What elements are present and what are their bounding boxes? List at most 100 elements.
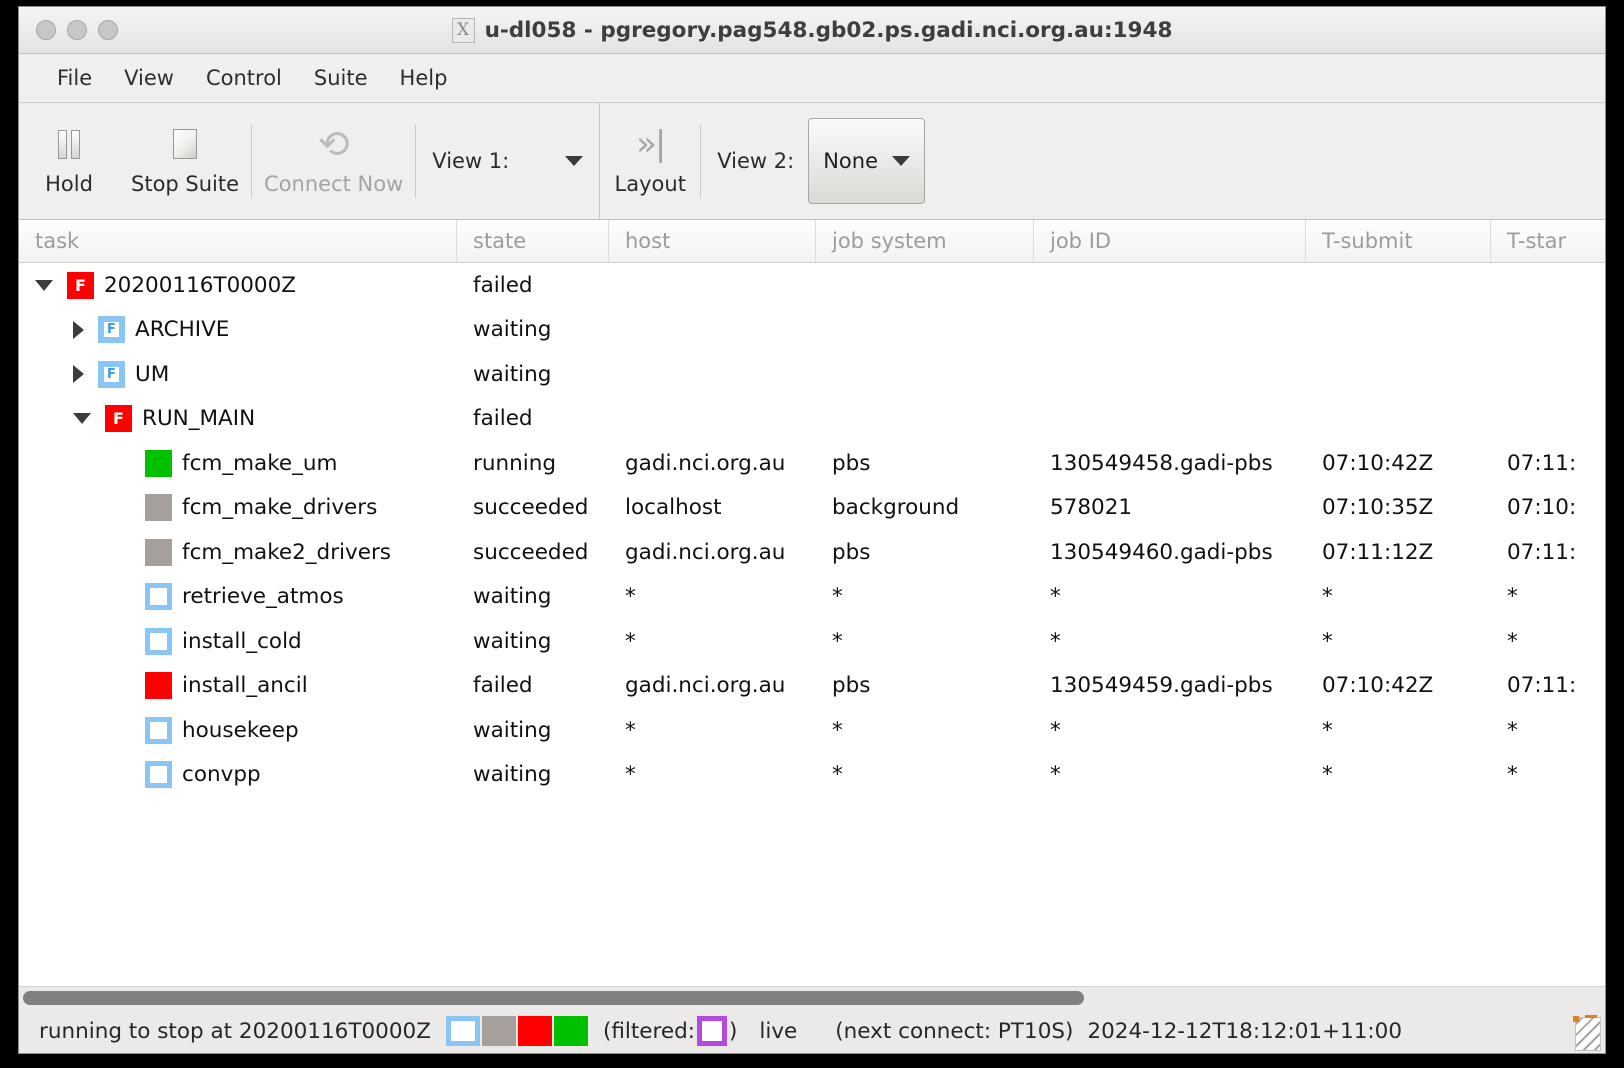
connect-now-button-label: Connect Now	[264, 172, 404, 196]
window-title: u-dl058 - pgregory.pag548.gb02.ps.gadi.n…	[484, 17, 1173, 43]
table-header-row: task state host job system job ID T-submit T-s…	[19, 220, 1605, 263]
host-cell: *	[625, 628, 636, 654]
task-label: fcm_make2_drivers	[182, 539, 391, 565]
next-connect-text: (next connect: PT10S)	[835, 1018, 1074, 1044]
table-row[interactable]: F 20200116T0000Z failed	[19, 263, 1605, 308]
table-row[interactable]: install_cold waiting * * * * *	[19, 619, 1605, 664]
table-row[interactable]: fcm_make_drivers succeeded localhost backgr…	[19, 486, 1605, 531]
host-cell: *	[625, 584, 636, 610]
horizontal-scrollbar-thumb[interactable]	[23, 991, 1084, 1005]
task-label: UM	[135, 361, 170, 387]
x-application-icon: X	[451, 17, 475, 43]
view2-dropdown[interactable]: None	[808, 118, 925, 204]
horizontal-scrollbar[interactable]	[19, 986, 1605, 1009]
view1-selector[interactable]: View 1:	[416, 149, 599, 173]
table-row[interactable]: fcm_make2_drivers succeeded gadi.nci.org.a…	[19, 530, 1605, 575]
chevron-down-icon	[892, 156, 910, 166]
task-state-icon-waiting	[145, 716, 172, 744]
job-system-cell: *	[832, 717, 843, 743]
task-state-icon-succeeded	[145, 494, 172, 522]
column-header-host[interactable]: host	[609, 220, 816, 262]
screen: X u-dl058 - pgregory.pag548.gb02.ps.gadi…	[0, 0, 1624, 1068]
pause-icon	[58, 126, 80, 162]
job-id-cell: 130549460.gadi-pbs	[1050, 539, 1273, 565]
t-start-cell: *	[1507, 584, 1518, 610]
t-start-cell: 07:11:	[1507, 539, 1577, 565]
family-state-icon-failed: F	[105, 405, 132, 433]
hold-button[interactable]: Hold	[19, 103, 119, 219]
status-bar: running to stop at 20200116T0000Z (filte…	[19, 1009, 1605, 1053]
table-row[interactable]: F RUN_MAIN failed	[19, 397, 1605, 442]
stop-suite-button[interactable]: Stop Suite	[119, 103, 251, 219]
menu-item-view[interactable]: View	[108, 62, 190, 94]
menu-bar: File View Control Suite Help	[19, 54, 1605, 103]
legend-swatch-filtered	[696, 1016, 727, 1046]
state-cell: failed	[473, 673, 533, 699]
minimize-window-button[interactable]	[67, 20, 87, 40]
layout-icon: »|	[636, 124, 666, 164]
title-bar: X u-dl058 - pgregory.pag548.gb02.ps.gadi…	[19, 7, 1605, 54]
table-row[interactable]: install_ancil failed gadi.nci.org.au pbs 130…	[19, 664, 1605, 709]
task-name-cell: install_ancil	[19, 672, 457, 700]
connect-now-button[interactable]: ⟲ Connect Now	[252, 103, 415, 219]
task-name-cell: install_cold	[19, 627, 457, 655]
column-header-task[interactable]: task	[19, 220, 457, 262]
tree-expander-collapsed-icon[interactable]	[73, 320, 84, 339]
resize-grip[interactable]	[1573, 1015, 1601, 1051]
close-window-button[interactable]	[36, 20, 56, 40]
job-id-cell: *	[1050, 584, 1061, 610]
state-cell: failed	[473, 272, 533, 298]
table-row[interactable]: housekeep waiting * * * * *	[19, 708, 1605, 753]
layout-button-label: Layout	[614, 172, 686, 196]
table-row[interactable]: convpp waiting * * * * *	[19, 753, 1605, 798]
menu-item-file[interactable]: File	[41, 62, 108, 94]
layout-button[interactable]: »| Layout	[600, 103, 700, 219]
column-header-t-start[interactable]: T-star	[1491, 220, 1605, 262]
task-label: housekeep	[182, 717, 299, 743]
table-row[interactable]: F ARCHIVE waiting	[19, 308, 1605, 353]
column-header-job-system[interactable]: job system	[816, 220, 1034, 262]
job-id-cell: *	[1050, 762, 1061, 788]
task-label: fcm_make_drivers	[182, 495, 378, 521]
tree-expander-expanded-icon[interactable]	[73, 413, 91, 425]
title-center-group: X u-dl058 - pgregory.pag548.gb02.ps.gadi…	[19, 17, 1605, 43]
task-name-cell: convpp	[19, 761, 457, 789]
legend-swatch-failed	[517, 1016, 552, 1046]
column-header-t-submit[interactable]: T-submit	[1306, 220, 1491, 262]
tree-expander-expanded-icon[interactable]	[35, 279, 53, 291]
t-submit-cell: *	[1322, 628, 1333, 654]
task-name-cell: fcm_make_um	[19, 449, 457, 477]
table-row[interactable]: retrieve_atmos waiting * * * * *	[19, 575, 1605, 620]
menu-item-help[interactable]: Help	[384, 62, 464, 94]
task-state-icon-waiting	[145, 761, 172, 789]
task-name-cell: fcm_make2_drivers	[19, 538, 457, 566]
task-name-cell: fcm_make_drivers	[19, 494, 457, 522]
view1-label: View 1:	[432, 149, 510, 173]
family-state-icon-waiting: F	[98, 360, 125, 388]
menu-item-control[interactable]: Control	[190, 62, 298, 94]
task-state-icon-waiting	[145, 627, 172, 655]
task-name-cell: housekeep	[19, 716, 457, 744]
window-controls[interactable]	[36, 20, 118, 40]
tree-expander-collapsed-icon[interactable]	[73, 365, 84, 384]
task-state-icon-running	[145, 449, 172, 477]
maximize-window-button[interactable]	[98, 20, 118, 40]
column-header-state[interactable]: state	[457, 220, 609, 262]
status-timestamp: 2024-12-12T18:12:01+11:00	[1087, 1018, 1403, 1044]
t-start-cell: 07:11:	[1507, 673, 1577, 699]
task-name-cell: F RUN_MAIN	[19, 405, 457, 433]
chevron-down-icon[interactable]	[565, 156, 584, 166]
table-row[interactable]: F UM waiting	[19, 352, 1605, 397]
column-header-job-id[interactable]: job ID	[1034, 220, 1306, 262]
state-cell: failed	[473, 406, 533, 432]
t-submit-cell: 07:10:35Z	[1322, 495, 1434, 521]
menu-item-suite[interactable]: Suite	[298, 62, 384, 94]
family-letter-f: F	[104, 366, 119, 382]
job-id-cell: 130549458.gadi-pbs	[1050, 450, 1273, 476]
table-row[interactable]: fcm_make_um running gadi.nci.org.au pbs 1305…	[19, 441, 1605, 486]
connection-mode-text: live	[759, 1018, 798, 1044]
task-label: retrieve_atmos	[182, 584, 344, 610]
task-label: RUN_MAIN	[142, 406, 256, 432]
task-name-cell: F 20200116T0000Z	[19, 271, 457, 299]
job-system-cell: *	[832, 628, 843, 654]
